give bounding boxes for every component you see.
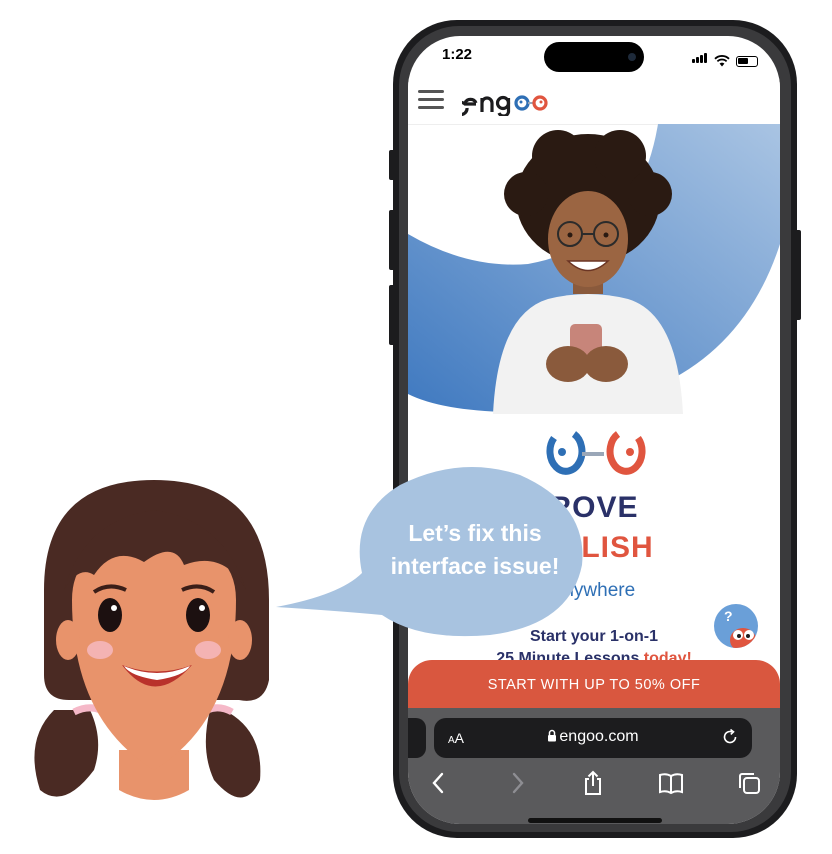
logo-wordmark-icon	[462, 95, 548, 116]
battery-icon	[736, 56, 758, 67]
bookmarks-icon[interactable]	[658, 770, 684, 796]
dynamic-island	[544, 42, 644, 72]
phone-action-button	[389, 150, 395, 180]
mascot-icon	[730, 628, 756, 648]
site-navbar: engoo	[408, 78, 780, 125]
tabs-icon[interactable]	[736, 770, 762, 796]
start-offer-button[interactable]: START WITH UP TO 50% OFF	[408, 660, 780, 710]
camera-icon	[628, 53, 636, 61]
hero-illustration	[408, 124, 780, 414]
speech-line1: Let’s fix this	[408, 520, 542, 546]
url-text: engoo.com	[559, 728, 639, 745]
lock-icon	[548, 729, 557, 742]
wifi-icon	[714, 55, 730, 67]
help-chat-button[interactable]: ?	[714, 604, 758, 648]
reload-icon[interactable]	[720, 727, 740, 747]
url-display[interactable]: engoo.com	[434, 728, 752, 746]
browser-chrome: AA engoo.com	[408, 708, 780, 824]
forward-icon[interactable]	[504, 770, 530, 796]
previous-tab-peek[interactable]	[408, 718, 426, 758]
girl-character-illustration	[34, 480, 269, 800]
status-icons	[692, 48, 758, 67]
address-bar[interactable]: AA engoo.com	[434, 718, 752, 758]
speech-bubble-text: Let’s fix this interface issue!	[350, 517, 600, 583]
back-icon[interactable]	[426, 770, 452, 796]
phone-volume-down-button	[389, 285, 395, 345]
status-time: 1:22	[442, 46, 473, 63]
hamburger-menu-icon[interactable]	[418, 90, 444, 110]
phone-volume-up-button	[389, 210, 395, 270]
home-indicator	[528, 818, 662, 823]
speech-line2: interface issue!	[390, 553, 560, 579]
phone-power-button	[795, 230, 801, 320]
signal-icon	[692, 48, 708, 67]
share-icon[interactable]	[580, 770, 606, 796]
phone-screen: 1:22 engoo	[408, 36, 780, 824]
